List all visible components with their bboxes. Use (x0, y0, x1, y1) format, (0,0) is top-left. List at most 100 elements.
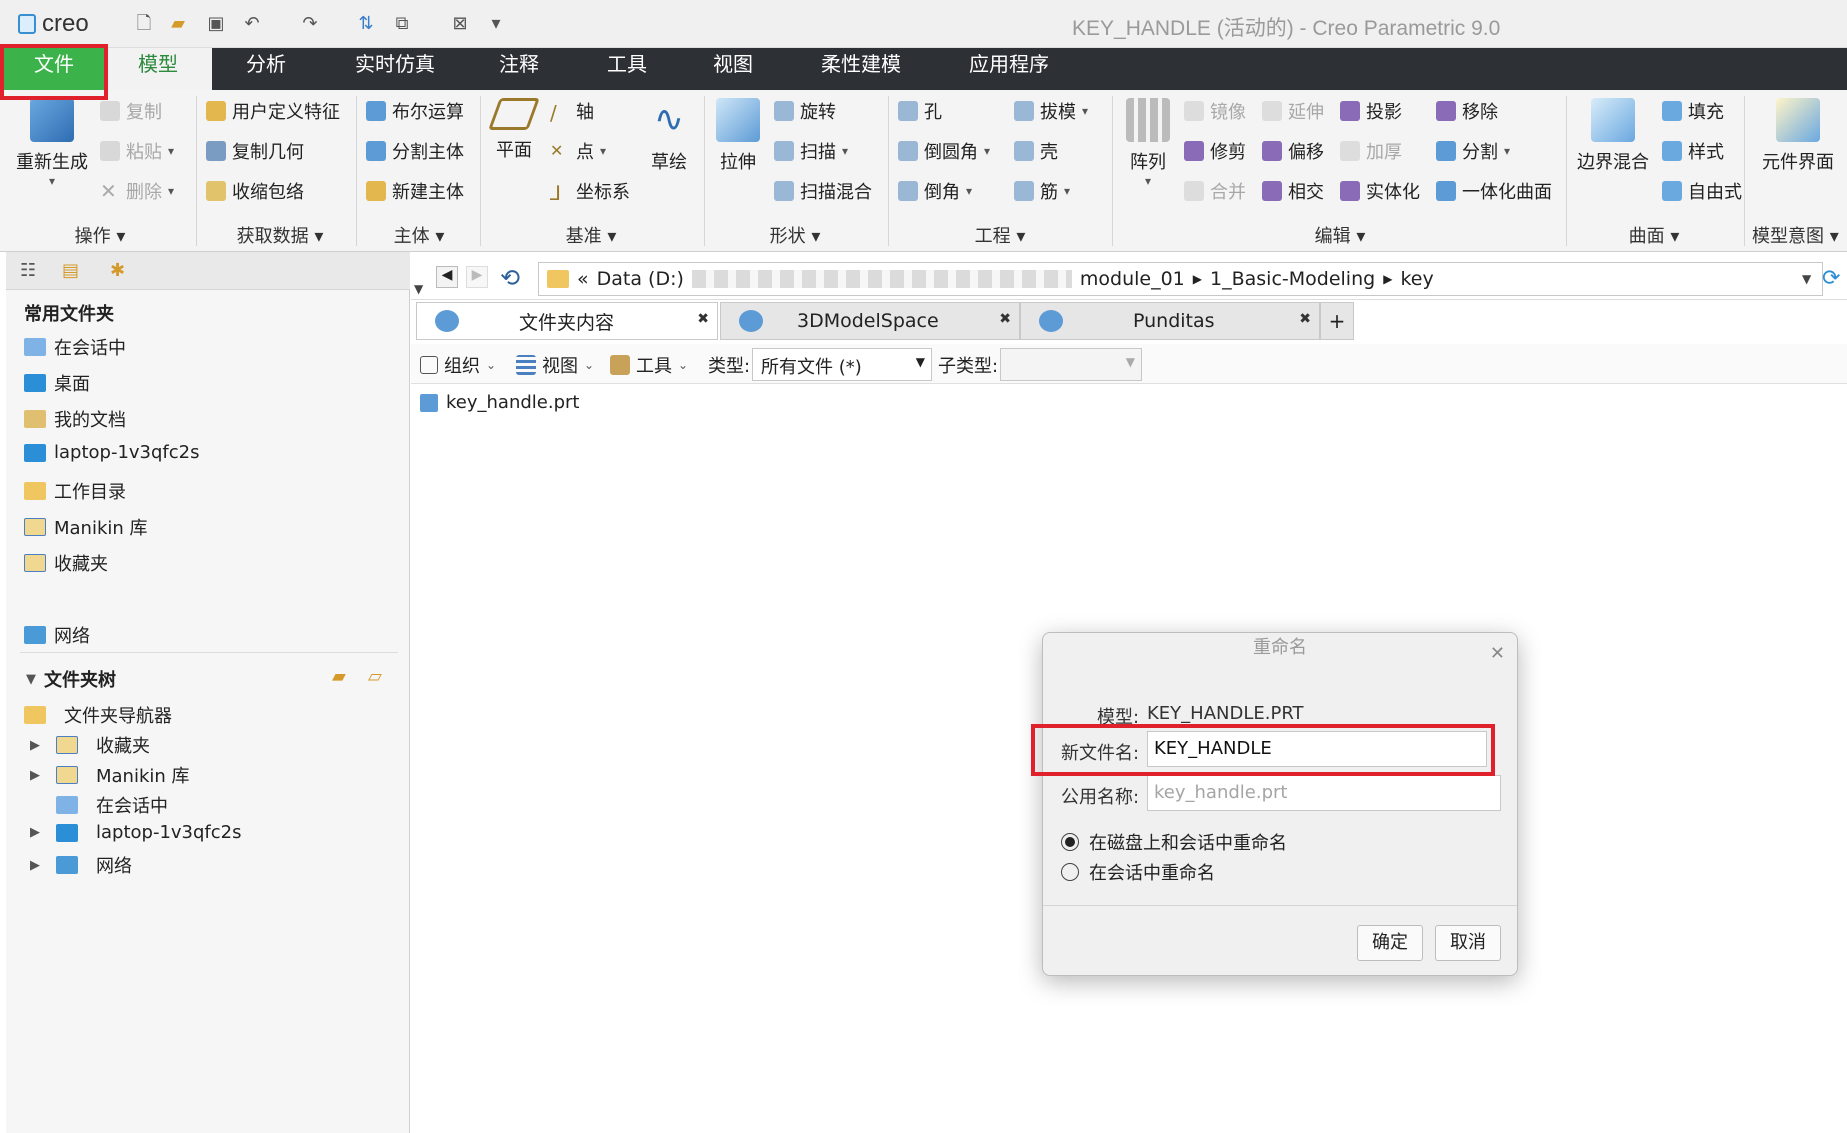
tab-model[interactable]: 模型 (104, 48, 212, 90)
plane-button[interactable]: 平面 (486, 98, 542, 162)
model-tree-tab-icon[interactable]: ☷ (20, 260, 36, 281)
new-body-button[interactable]: 新建主体 (366, 178, 464, 204)
subtype-select[interactable]: ▼ (1000, 348, 1142, 381)
group-get-data[interactable]: 获取数据 ▾ (206, 222, 354, 248)
fill-button[interactable]: 填充 (1662, 98, 1724, 124)
sidebar-item-desktop[interactable]: 桌面 (24, 370, 90, 396)
ok-button[interactable]: 确定 (1357, 925, 1423, 961)
delete-folder-icon[interactable]: ▱ (368, 666, 382, 687)
swept-blend-button[interactable]: 扫描混合 (774, 178, 872, 204)
remove-button[interactable]: 移除 (1436, 98, 1498, 124)
style-button[interactable]: 样式 (1662, 138, 1724, 164)
regenerate-quick-icon[interactable]: ⇅ (354, 13, 378, 35)
group-datum[interactable]: 基准 ▾ (486, 222, 696, 248)
tab-tools[interactable]: 工具 (586, 48, 668, 90)
close-tab-icon[interactable]: ✖ (697, 311, 709, 327)
folder-browser-tab-icon[interactable]: ▤ (62, 260, 79, 281)
freestyle-button[interactable]: 自由式 (1662, 178, 1742, 204)
sidebar-item-my-documents[interactable]: 我的文档 (24, 406, 126, 432)
refresh-icon[interactable]: ⟳ (1822, 266, 1840, 291)
unify-surface-button[interactable]: 一体化曲面 (1436, 178, 1552, 204)
sidebar-item-manikin-library[interactable]: Manikin 库 (24, 514, 148, 540)
pattern-button[interactable]: 阵列 ▾ (1120, 98, 1176, 188)
split-button[interactable]: 分割 ▾ (1436, 138, 1510, 164)
folder-tree-heading[interactable]: ▼ 文件夹树 (26, 666, 116, 692)
copy-geometry-button[interactable]: 复制几何 (206, 138, 304, 164)
redo-icon[interactable]: ↷ (298, 13, 322, 35)
point-button[interactable]: ✕ 点 ▾ (550, 138, 606, 164)
tools-button[interactable]: 工具 ⌄ (610, 352, 688, 378)
back-arrow-icon[interactable]: ◀ (436, 266, 458, 288)
solidify-button[interactable]: 实体化 (1340, 178, 1420, 204)
rename-on-disk-radio[interactable]: 在磁盘上和会话中重命名 (1061, 829, 1287, 855)
new-file-icon[interactable]: 🗋 (132, 13, 156, 35)
tab-file[interactable]: 文件 (4, 48, 104, 90)
regenerate-button[interactable]: 重新生成 ▾ (12, 98, 92, 188)
path-segment-key[interactable]: key (1400, 268, 1433, 290)
tab-analysis[interactable]: 分析 (222, 48, 310, 90)
group-body[interactable]: 主体 ▾ (366, 222, 472, 248)
cancel-button[interactable]: 取消 (1435, 925, 1501, 961)
add-tab-button[interactable]: + (1320, 302, 1354, 340)
group-shapes[interactable]: 形状 ▾ (710, 222, 880, 248)
split-body-button[interactable]: 分割主体 (366, 138, 464, 164)
boolean-button[interactable]: 布尔运算 (366, 98, 464, 124)
new-folder-icon[interactable]: ▰ (332, 666, 346, 687)
save-icon[interactable]: ▣ (204, 13, 228, 35)
tab-punditas[interactable]: Punditas ✖ (1020, 302, 1320, 340)
windows-icon[interactable]: ⧉ (390, 13, 414, 35)
close-window-icon[interactable]: ⊠ (448, 13, 472, 35)
tab-3dmodelspace[interactable]: 3DModelSpace ✖ (720, 302, 1020, 340)
tab-annotate[interactable]: 注释 (478, 48, 560, 90)
delete-button[interactable]: ✕ 删除 ▾ (100, 178, 174, 204)
path-field[interactable]: « Data (D:) module_01 ▶ 1_Basic-Modeling ▶… (538, 262, 1823, 296)
tab-flexible-modeling[interactable]: 柔性建模 (808, 48, 914, 90)
round-button[interactable]: 倒圆角 ▾ (898, 138, 990, 164)
project-button[interactable]: 投影 (1340, 98, 1402, 124)
type-select[interactable]: 所有文件 (*) ▼ (752, 348, 932, 381)
rename-in-session-radio[interactable]: 在会话中重命名 (1061, 859, 1215, 885)
path-segment-basic-modeling[interactable]: 1_Basic-Modeling (1210, 268, 1375, 290)
tree-item-manikin-library[interactable]: ▶ Manikin 库 (30, 762, 190, 788)
path-dropdown-icon[interactable]: ▼ (1802, 272, 1811, 286)
file-item[interactable]: key_handle.prt (420, 392, 579, 413)
component-interface-button[interactable]: 元件界面 (1752, 98, 1844, 174)
group-model-intent[interactable]: 模型意图 ▾ (1752, 222, 1847, 248)
copy-button[interactable]: 复制 (100, 98, 162, 124)
sidebar-item-favorites[interactable]: 收藏夹 (24, 550, 108, 576)
close-tab-icon[interactable]: ✖ (999, 311, 1011, 327)
history-icon[interactable]: ⟲ (500, 264, 520, 292)
boundary-blend-button[interactable]: 边界混合 (1572, 98, 1654, 174)
sidebar-item-laptop[interactable]: laptop-1v3qfc2s (24, 442, 200, 463)
path-segment-drive[interactable]: Data (D:) (597, 268, 684, 290)
mirror-button[interactable]: 镜像 (1184, 98, 1246, 124)
tree-item-laptop[interactable]: ▶ laptop-1v3qfc2s (30, 822, 242, 843)
intersect-button[interactable]: 相交 (1262, 178, 1324, 204)
dropdown-arrow-icon[interactable]: ▼ (414, 282, 423, 296)
forward-arrow-icon[interactable]: ▶ (466, 266, 488, 288)
sidebar-item-network[interactable]: 网络 (24, 622, 90, 648)
shell-button[interactable]: 壳 (1014, 138, 1058, 164)
sketch-button[interactable]: ∿ 草绘 (644, 98, 694, 174)
offset-button[interactable]: 偏移 (1262, 138, 1324, 164)
open-folder-icon[interactable]: ▰ (166, 13, 190, 35)
path-segment-module[interactable]: module_01 (1080, 268, 1185, 290)
group-surfaces[interactable]: 曲面 ▾ (1572, 222, 1736, 248)
hole-button[interactable]: 孔 (898, 98, 942, 124)
tab-view[interactable]: 视图 (692, 48, 774, 90)
revolve-button[interactable]: 旋转 (774, 98, 836, 124)
tree-item-folder-navigator[interactable]: 文件夹导航器 (24, 702, 172, 728)
common-name-input[interactable]: key_handle.prt (1147, 775, 1501, 811)
view-button[interactable]: 视图 ⌄ (516, 352, 594, 378)
udf-button[interactable]: 用户定义特征 (206, 98, 340, 124)
paste-button[interactable]: 粘贴 ▾ (100, 138, 174, 164)
group-operations[interactable]: 操作 ▾ (20, 222, 180, 248)
axis-button[interactable]: / 轴 (550, 98, 594, 125)
chamfer-button[interactable]: 倒角 ▾ (898, 178, 972, 204)
tree-item-network[interactable]: ▶ 网络 (30, 852, 132, 878)
tree-item-favorites[interactable]: ▶ 收藏夹 (30, 732, 150, 758)
group-editing[interactable]: 编辑 ▾ (1120, 222, 1560, 248)
new-name-input[interactable]: KEY_HANDLE (1147, 731, 1487, 767)
tree-item-in-session[interactable]: 在会话中 (30, 792, 168, 818)
merge-button[interactable]: 合并 (1184, 178, 1246, 204)
